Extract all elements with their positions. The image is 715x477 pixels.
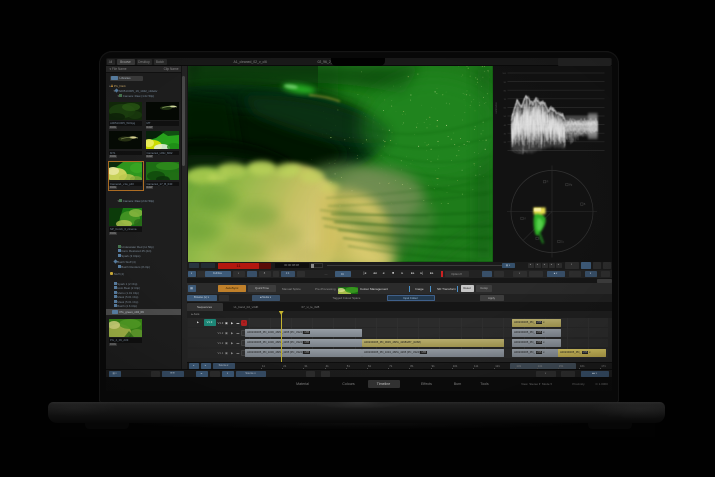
svg-text:R: R	[546, 181, 548, 184]
svg-text:Luminance: Luminance	[495, 102, 498, 114]
